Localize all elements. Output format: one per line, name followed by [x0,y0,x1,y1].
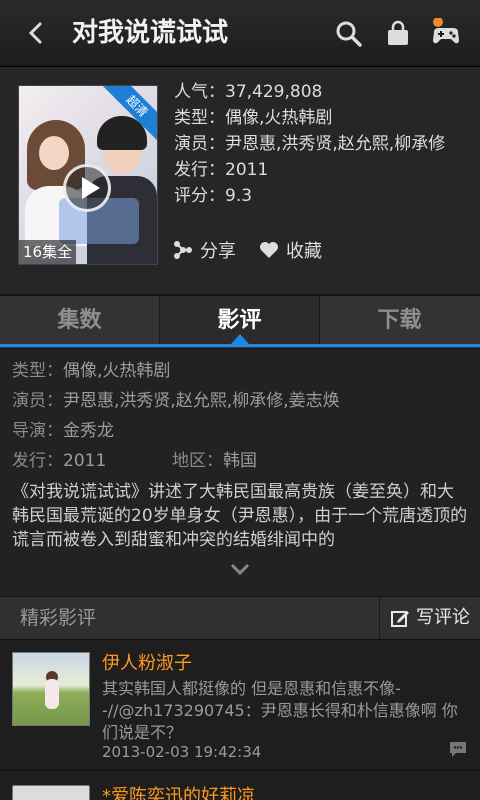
release-year: 发行：2011 [174,160,269,180]
reviews-section-title: 精彩影评 [20,607,97,629]
top-bar: 对我说谎试试 [0,0,480,67]
detail-cast-value: 尹恩惠,洪秀贤,赵允熙,柳承修,姜志焕 [63,391,340,411]
expand-chevron-icon[interactable] [228,560,252,578]
search-icon[interactable] [333,18,365,50]
detail-region-label: 地区： [172,451,223,471]
edit-icon [390,608,410,628]
popularity: 人气：37,429,808 [174,82,323,102]
review-item[interactable]: 伊人粉淑子 其实韩国人都挺像的 但是恩惠和信惠不像- -//@zh1732907… [0,640,480,771]
avatar-figure [45,679,59,709]
tab-bar: 集数 影评 下载 [0,295,480,348]
play-icon[interactable] [63,164,111,212]
back-icon[interactable] [22,18,50,48]
detail-release-label: 发行： [12,451,63,471]
page-title: 对我说谎试试 [72,18,229,48]
detail-director-value: 金秀龙 [63,421,114,441]
detail-genre-label: 类型： [12,361,63,381]
heart-icon [258,239,280,261]
poster-image[interactable]: 超清 16集全 [18,85,158,265]
genre: 类型：偶像,火热韩剧 [174,108,333,128]
detail-genre-row: 类型：偶像,火热韩剧 [12,358,170,384]
write-review-button[interactable]: 写评论 [379,597,480,639]
show-info-panel: 超清 16集全 人气：37,429,808 类型：偶像,火热韩剧 演员：尹恩惠,… [0,67,480,294]
favorite-button[interactable]: 收藏 [258,239,322,265]
share-icon [172,239,194,261]
detail-genre-value: 偶像,火热韩剧 [63,361,171,381]
show-detail: 类型：偶像,火热韩剧 演员：尹恩惠,洪秀贤,赵允熙,柳承修,姜志焕 导演：金秀龙… [0,350,480,596]
detail-director-label: 导演： [12,421,63,441]
detail-region-value: 韩国 [223,451,257,471]
cast: 演员：尹恩惠,洪秀贤,赵允熙,柳承修 [174,134,446,154]
game-icon[interactable] [430,18,462,50]
tab-episodes[interactable]: 集数 [0,296,160,346]
share-label: 分享 [200,241,236,262]
detail-cast-row: 演员：尹恩惠,洪秀贤,赵允熙,柳承修,姜志焕 [12,388,340,414]
review-item[interactable]: *爱陈奕迅的好莉凉 [0,771,480,800]
review-author[interactable]: 伊人粉淑子 [102,652,192,676]
episode-count: 16集全 [19,240,77,264]
detail-director-row: 导演：金秀龙 [12,418,114,444]
avatar[interactable] [12,652,90,726]
favorite-label: 收藏 [286,241,322,262]
detail-release-row: 发行：2011 [12,448,106,474]
avatar[interactable] [12,785,90,800]
synopsis-text: 《对我说谎试试》讲述了大韩民国最高贵族（姜至奂）和大韩民国最荒诞的20岁单身女（… [12,482,468,550]
tab-download[interactable]: 下载 [320,296,479,346]
detail-cast-label: 演员： [12,391,63,411]
detail-region-row: 地区：韩国 [172,448,257,474]
detail-release-value: 2011 [63,451,107,471]
show-meta: 人气：37,429,808 类型：偶像,火热韩剧 演员：尹恩惠,洪秀贤,赵允熙,… [174,79,445,209]
tab-indicator-caret [231,334,249,344]
share-button[interactable]: 分享 [172,239,236,265]
poster-figure [39,136,69,170]
review-text: 其实韩国人都挺像的 但是恩惠和信惠不像- -//@zh173290745：尹恩惠… [102,679,458,742]
bag-icon[interactable] [382,18,414,50]
rating: 评分：9.3 [174,186,253,206]
review-author[interactable]: *爱陈奕迅的好莉凉 [102,785,255,800]
review-time: 2013-02-03 19:42:34 [102,743,262,761]
tab-indicator-line [0,344,480,347]
reviews-section-header: 精彩影评 写评论 [0,596,480,640]
write-review-label: 写评论 [416,607,470,628]
comment-icon[interactable] [448,740,468,758]
